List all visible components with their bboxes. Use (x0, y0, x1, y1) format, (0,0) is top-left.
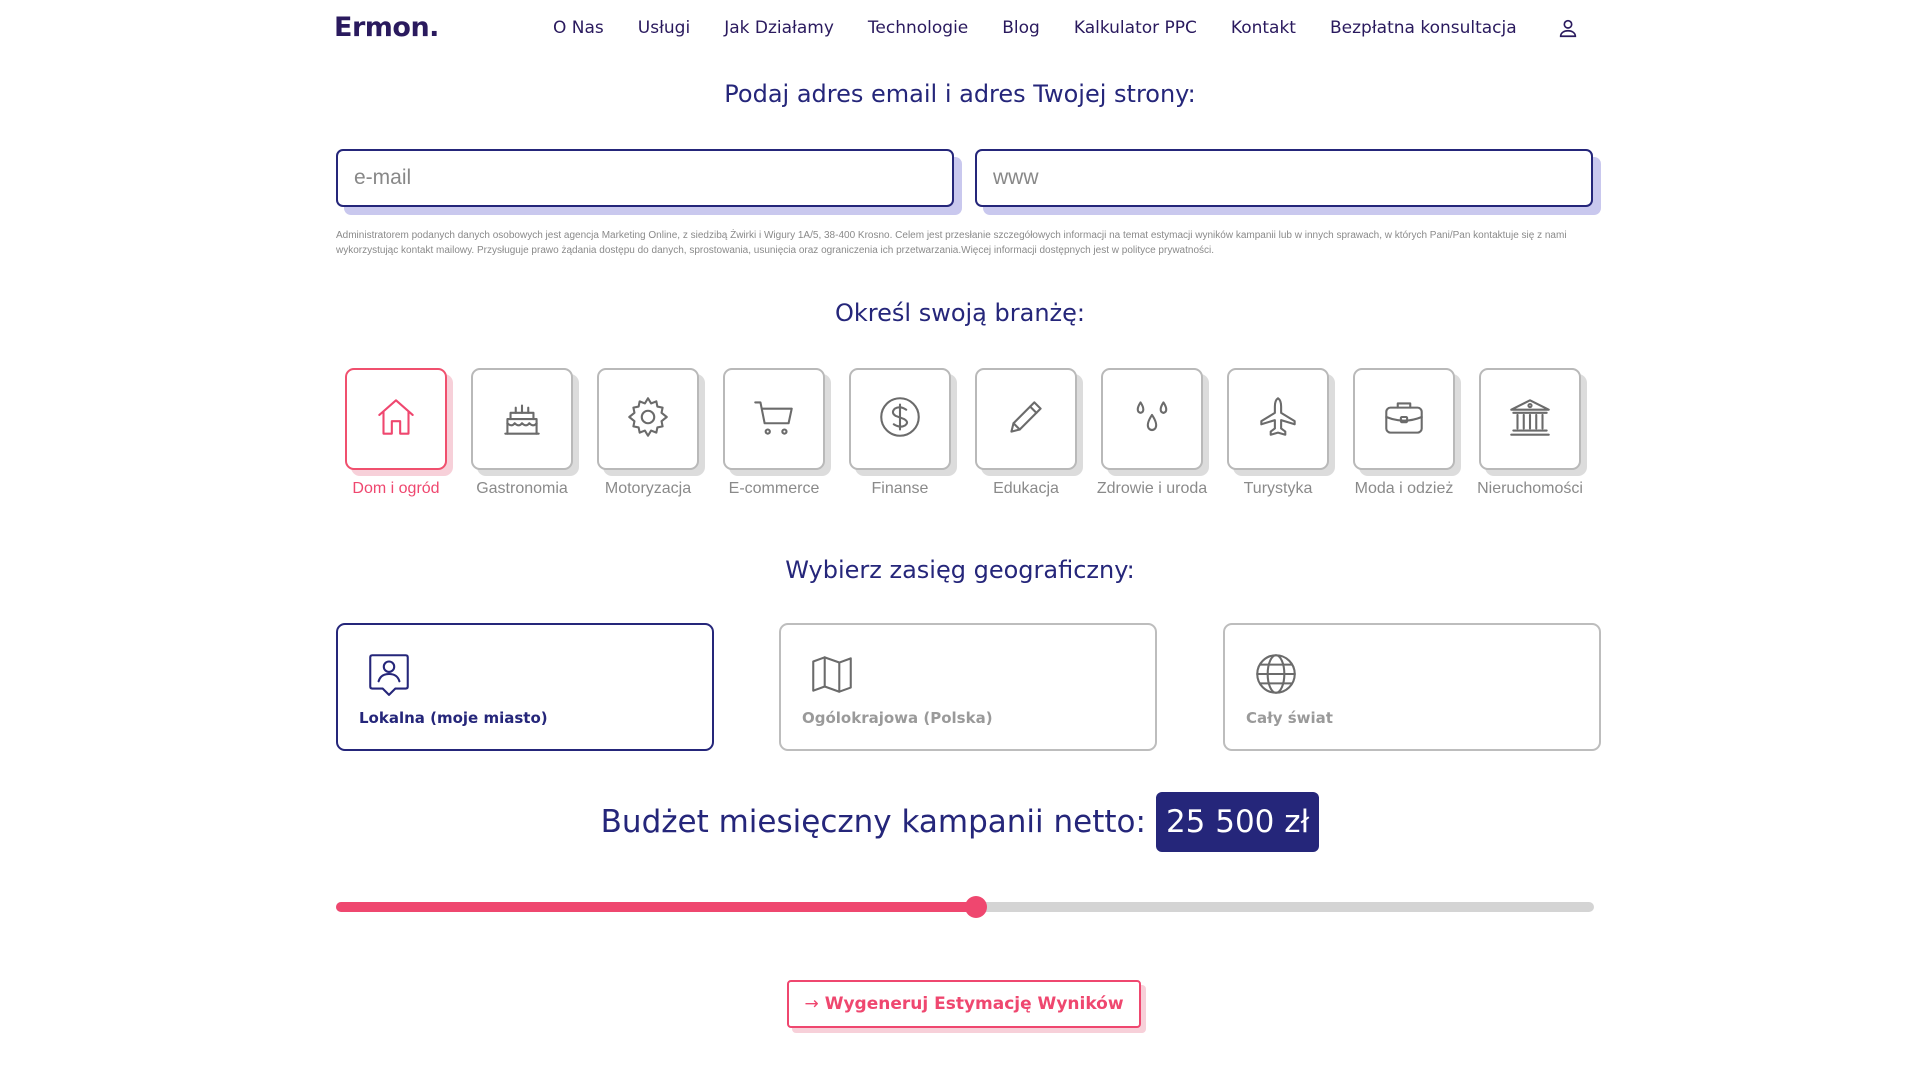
email-field-wrap (336, 149, 962, 215)
industry-label: Moda i odzież (1354, 480, 1454, 497)
industry-label: Edukacja (993, 480, 1059, 497)
budget-label: Budżet miesięczny kampanii netto: (600, 804, 1146, 840)
map-icon (807, 649, 857, 699)
gear-icon (623, 392, 673, 446)
industry-label: E-commerce (728, 480, 820, 497)
plane-icon (1253, 392, 1303, 446)
person-pin-icon (364, 649, 414, 699)
nav-technologie[interactable]: Technologie (868, 18, 968, 38)
contact-title: Podaj adres email i adres Twojej strony: (724, 80, 1196, 108)
industry-tile-nieruchomosci[interactable]: Nieruchomości (1477, 368, 1587, 498)
logo[interactable]: Ermon. (334, 12, 439, 43)
industry-tile-zdrowie-i-uroda[interactable]: Zdrowie i uroda (1097, 368, 1209, 498)
industry-label: Dom i ogród (352, 480, 440, 497)
geo-label: Cały świat (1246, 709, 1333, 727)
nav-kontakt[interactable]: Kontakt (1231, 18, 1296, 38)
house-icon (371, 392, 421, 446)
nav-kalkulator-ppc[interactable]: Kalkulator PPC (1074, 18, 1197, 38)
user-icon[interactable] (1557, 17, 1579, 39)
geo-option-local[interactable]: Lokalna (moje miasto) (336, 623, 714, 751)
industry-tile-gastronomia[interactable]: Gastronomia (471, 368, 579, 498)
globe-icon (1251, 649, 1301, 699)
industry-tile-e-commerce[interactable]: E-commerce (723, 368, 831, 498)
email-field[interactable] (336, 149, 954, 207)
industry-list: Dom i ogród Gastronomia Motoryzacja E-co… (345, 368, 1587, 498)
cake-icon (497, 392, 547, 446)
generate-estimate-button[interactable]: → Wygeneruj Estymację Wyników (787, 980, 1141, 1028)
geo-label: Lokalna (moje miasto) (359, 709, 548, 727)
nav-bezplatna-konsultacja[interactable]: Bezpłatna konsultacja (1330, 18, 1517, 38)
geo-title: Wybierz zasięg geograficzny: (785, 556, 1135, 584)
generate-button-wrap: → Wygeneruj Estymację Wyników (787, 980, 1146, 1033)
geo-option-national[interactable]: Ogólokrajowa (Polska) (779, 623, 1157, 751)
industry-tile-dom-i-ogrod[interactable]: Dom i ogród (345, 368, 453, 498)
geo-label: Ogólokrajowa (Polska) (802, 709, 993, 727)
industry-label: Gastronomia (476, 480, 568, 497)
budget-row: Budżet miesięczny kampanii netto: 25 500… (0, 792, 1920, 852)
briefcase-icon (1379, 392, 1429, 446)
industry-tile-moda-i-odziez[interactable]: Moda i odzież (1353, 368, 1461, 498)
industry-label: Motoryzacja (604, 480, 692, 497)
www-field-wrap (975, 149, 1601, 215)
industry-tile-finanse[interactable]: Finanse (849, 368, 957, 498)
industry-title: Określ swoją branżę: (835, 299, 1085, 327)
arrow-right-icon: → (804, 994, 819, 1014)
nav-o-nas[interactable]: O Nas (553, 18, 604, 38)
bank-icon (1505, 392, 1555, 446)
industry-label: Zdrowie i uroda (1096, 480, 1208, 497)
dollar-icon (875, 392, 925, 446)
nav-jak-dzialamy[interactable]: Jak Działamy (724, 18, 834, 38)
drops-icon (1127, 392, 1177, 446)
privacy-notice: Administratorem podanych danych osobowyc… (336, 230, 1567, 256)
generate-button-label: Wygeneruj Estymację Wyników (824, 994, 1124, 1014)
industry-label: Finanse (871, 480, 929, 497)
nav-uslugi[interactable]: Usługi (638, 18, 690, 38)
budget-slider[interactable] (336, 896, 1594, 918)
industry-label: Turystyka (1243, 480, 1313, 497)
industry-label: Nieruchomości (1477, 480, 1583, 497)
main-nav: O Nas Usługi Jak Działamy Technologie Bl… (553, 17, 1579, 39)
industry-tile-turystyka[interactable]: Turystyka (1227, 368, 1335, 498)
pencil-icon (1001, 392, 1051, 446)
www-field[interactable] (975, 149, 1593, 207)
budget-slider-thumb[interactable] (965, 896, 988, 918)
industry-tile-motoryzacja[interactable]: Motoryzacja (597, 368, 705, 498)
nav-blog[interactable]: Blog (1002, 18, 1040, 38)
geo-option-worldwide[interactable]: Cały świat (1223, 623, 1601, 751)
industry-tile-edukacja[interactable]: Edukacja (975, 368, 1083, 498)
site-header: Ermon. O Nas Usługi Jak Działamy Technol… (0, 0, 1920, 56)
budget-slider-fill (336, 902, 977, 912)
budget-value: 25 500 zł (1155, 792, 1320, 852)
cart-icon (749, 392, 799, 446)
